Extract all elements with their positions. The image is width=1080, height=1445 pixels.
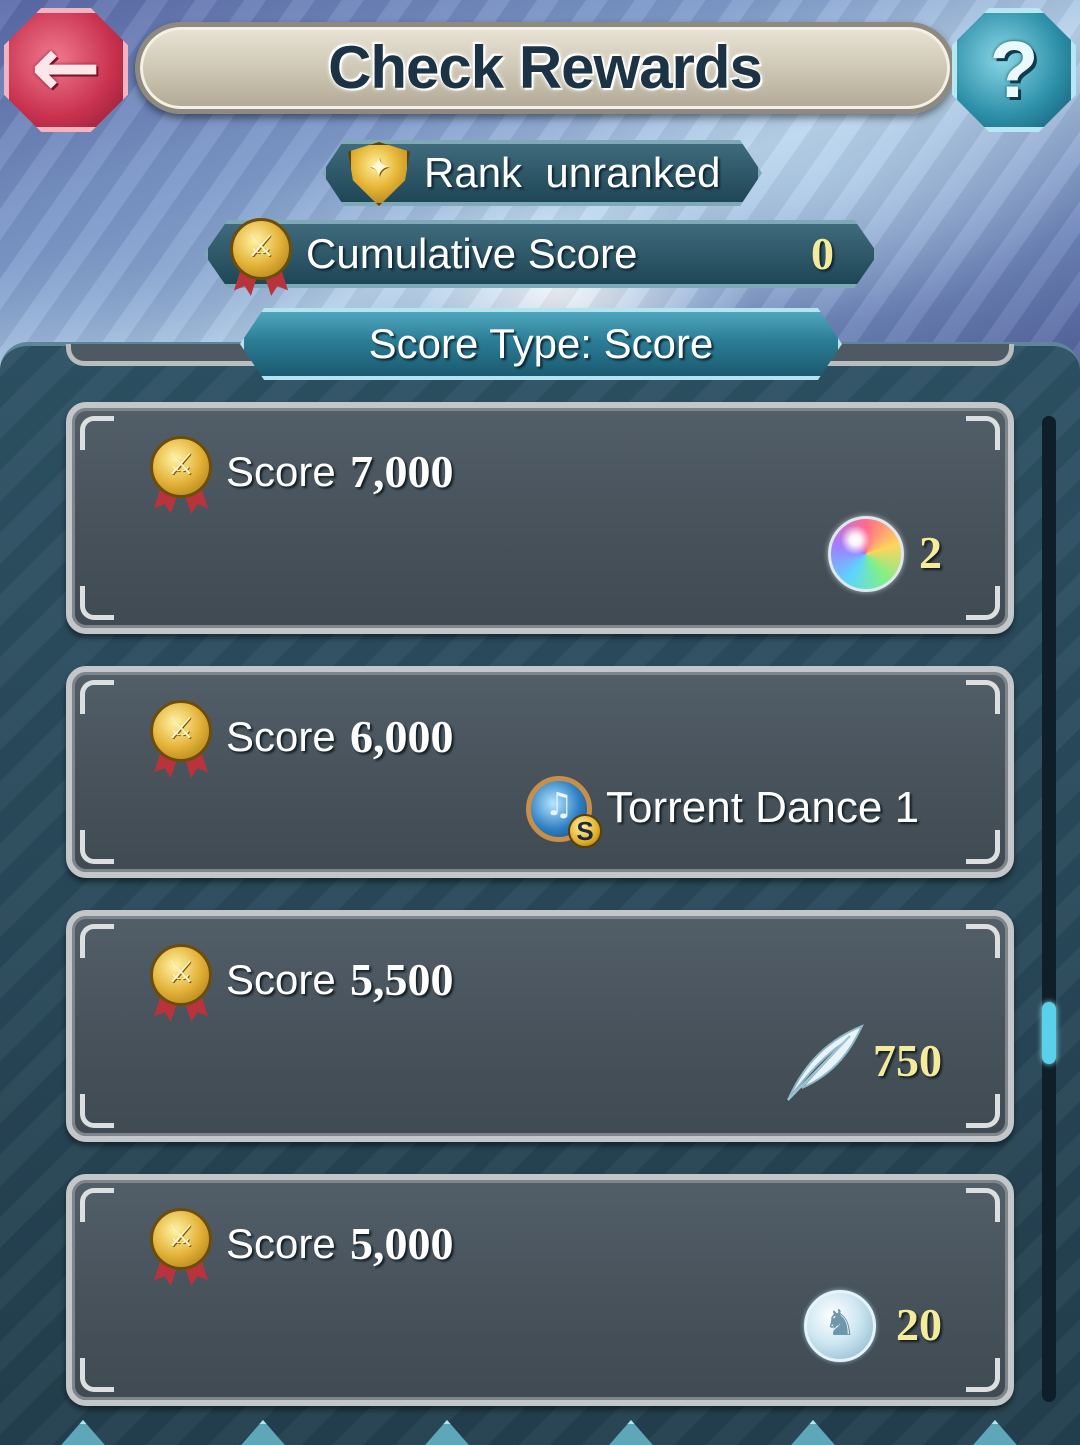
score-threshold: 5,000 xyxy=(350,1218,454,1269)
score-threshold: 6,000 xyxy=(350,711,454,762)
score-threshold: 5,500 xyxy=(350,954,454,1005)
score-threshold: 7,000 xyxy=(350,446,454,497)
rank-display: Rank unranked xyxy=(424,140,721,206)
page-title: Check Rewards xyxy=(328,34,763,101)
rainbow-orb-icon xyxy=(828,516,904,592)
score-type-label: Score Type: Score xyxy=(368,320,714,367)
score-label: Score xyxy=(226,448,336,495)
cumulative-score-label: Cumulative Score xyxy=(306,230,638,277)
medal-icon xyxy=(150,700,212,778)
score-label: Score xyxy=(226,1220,336,1267)
reward-name: Torrent Dance 1 xyxy=(606,783,920,832)
medal-icon xyxy=(150,436,212,514)
question-mark-icon: ? xyxy=(989,25,1039,114)
score-label: Score xyxy=(226,956,336,1003)
skill-badge: S xyxy=(568,814,602,848)
back-arrow-icon: ← xyxy=(30,18,102,116)
scrollbar-track[interactable] xyxy=(1042,416,1056,1402)
cumulative-score-value: 0 xyxy=(811,228,834,279)
medal-icon xyxy=(150,944,212,1022)
reward-quantity: 2 xyxy=(919,527,942,578)
reward-quantity: 750 xyxy=(873,1035,942,1086)
reward-quantity: 20 xyxy=(896,1299,942,1350)
rank-value: unranked xyxy=(545,149,721,196)
silver-coin-icon xyxy=(804,1290,876,1362)
scrollbar-thumb[interactable] xyxy=(1042,1002,1056,1064)
medal-icon xyxy=(230,218,292,296)
score-label: Score xyxy=(226,713,336,760)
rank-label: Rank xyxy=(424,149,523,196)
back-button[interactable]: ← xyxy=(4,8,128,132)
medal-icon xyxy=(150,1208,212,1286)
